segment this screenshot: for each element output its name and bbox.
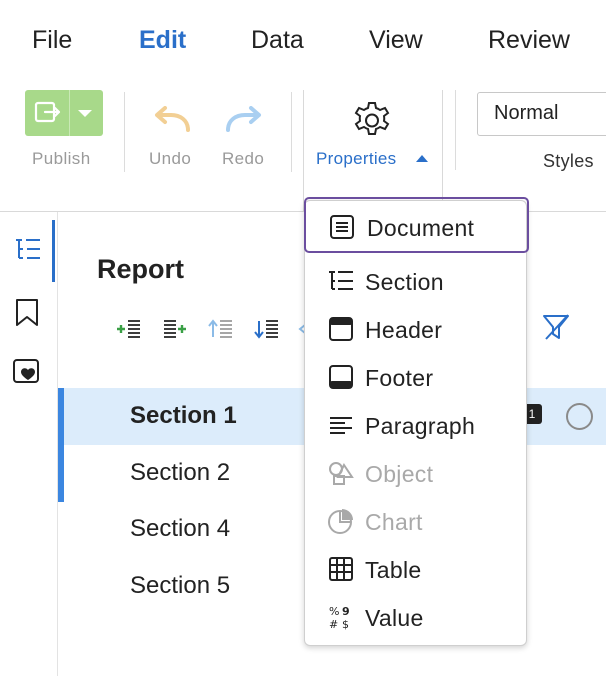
svg-text:#: # [329, 618, 338, 631]
section-label: Section 1 [130, 402, 237, 429]
dropdown-item-table[interactable]: Table [305, 543, 528, 591]
undo-label: Undo [149, 149, 192, 168]
toolbar-divider [124, 92, 125, 172]
svg-text:%: % [329, 605, 339, 618]
section-icon [329, 271, 353, 290]
properties-dropdown: Document Section Header Footer Paragraph [304, 197, 529, 646]
dropdown-label: Value [365, 605, 424, 631]
menu-edit[interactable]: Edit [139, 26, 186, 55]
toolbar-divider [291, 92, 292, 172]
add-section-before-icon[interactable] [117, 320, 140, 338]
dropdown-label: Paragraph [365, 413, 476, 439]
section-radio[interactable] [566, 403, 593, 430]
table-icon [329, 557, 353, 581]
style-select[interactable]: Normal [477, 92, 606, 136]
paragraph-icon [330, 417, 352, 434]
footer-icon [329, 365, 353, 389]
dropdown-item-value[interactable]: % 9 # $ Value [305, 591, 528, 639]
toolbar-divider [455, 90, 456, 170]
dropdown-item-document[interactable]: Document [304, 197, 529, 253]
move-up-icon[interactable] [208, 319, 232, 338]
dropdown-item-chart: Chart [305, 495, 528, 543]
menu-view[interactable]: View [369, 26, 423, 55]
format-toolbar [117, 319, 306, 339]
dropdown-item-header[interactable]: Header [305, 303, 528, 351]
dropdown-item-footer[interactable]: Footer [305, 351, 528, 399]
svg-text:$: $ [342, 618, 349, 631]
menu-file[interactable]: File [32, 26, 72, 55]
dropdown-label: Footer [365, 365, 434, 391]
rail-active-indicator [52, 220, 55, 282]
publish-button[interactable] [25, 90, 103, 136]
section-label: Section 5 [130, 571, 231, 599]
menu-bar: File Edit Data View Review [0, 0, 606, 80]
bookmark-icon[interactable] [14, 298, 40, 328]
dropdown-label: Header [365, 317, 443, 343]
dropdown-item-paragraph[interactable]: Paragraph [305, 399, 528, 447]
toolbar: Publish Undo Redo Properties Normal Styl… [0, 80, 606, 212]
styles-label: Styles [543, 151, 594, 171]
undo-icon[interactable] [152, 106, 194, 138]
dropdown-label: Document [367, 215, 475, 241]
svg-text:9: 9 [342, 605, 350, 618]
dropdown-label: Chart [365, 509, 423, 535]
add-section-after-icon[interactable] [164, 320, 186, 338]
panel-title: Report [97, 254, 184, 284]
menu-review[interactable]: Review [488, 26, 570, 55]
chart-icon [328, 509, 353, 534]
publish-icon [34, 101, 61, 123]
outline-icon[interactable] [14, 236, 42, 264]
section-drag-indicator [58, 444, 64, 502]
gear-icon[interactable] [350, 100, 394, 144]
redo-icon[interactable] [222, 106, 264, 138]
dropdown-item-section[interactable]: Section [305, 255, 528, 303]
publish-split-divider [69, 90, 70, 136]
section-label: Section 2 [130, 458, 231, 486]
filter-off-icon[interactable] [541, 312, 571, 342]
chevron-down-icon[interactable] [78, 110, 92, 117]
value-icon: % 9 # $ [329, 605, 350, 631]
dropdown-label: Object [365, 461, 434, 487]
dropdown-label: Table [365, 557, 422, 583]
section-label: Section 4 [130, 515, 231, 542]
document-icon [330, 215, 354, 239]
dropdown-item-object: Object [305, 447, 528, 495]
move-down-icon[interactable] [254, 320, 278, 339]
header-icon [329, 317, 353, 341]
dropdown-label: Section [365, 269, 444, 295]
left-rail [0, 212, 58, 676]
publish-label: Publish [32, 149, 91, 168]
redo-label: Redo [222, 149, 265, 168]
object-icon [329, 462, 354, 485]
favorite-icon[interactable] [12, 358, 42, 386]
properties-label: Properties [316, 149, 397, 168]
caret-up-icon [416, 155, 428, 162]
menu-data[interactable]: Data [251, 26, 304, 55]
